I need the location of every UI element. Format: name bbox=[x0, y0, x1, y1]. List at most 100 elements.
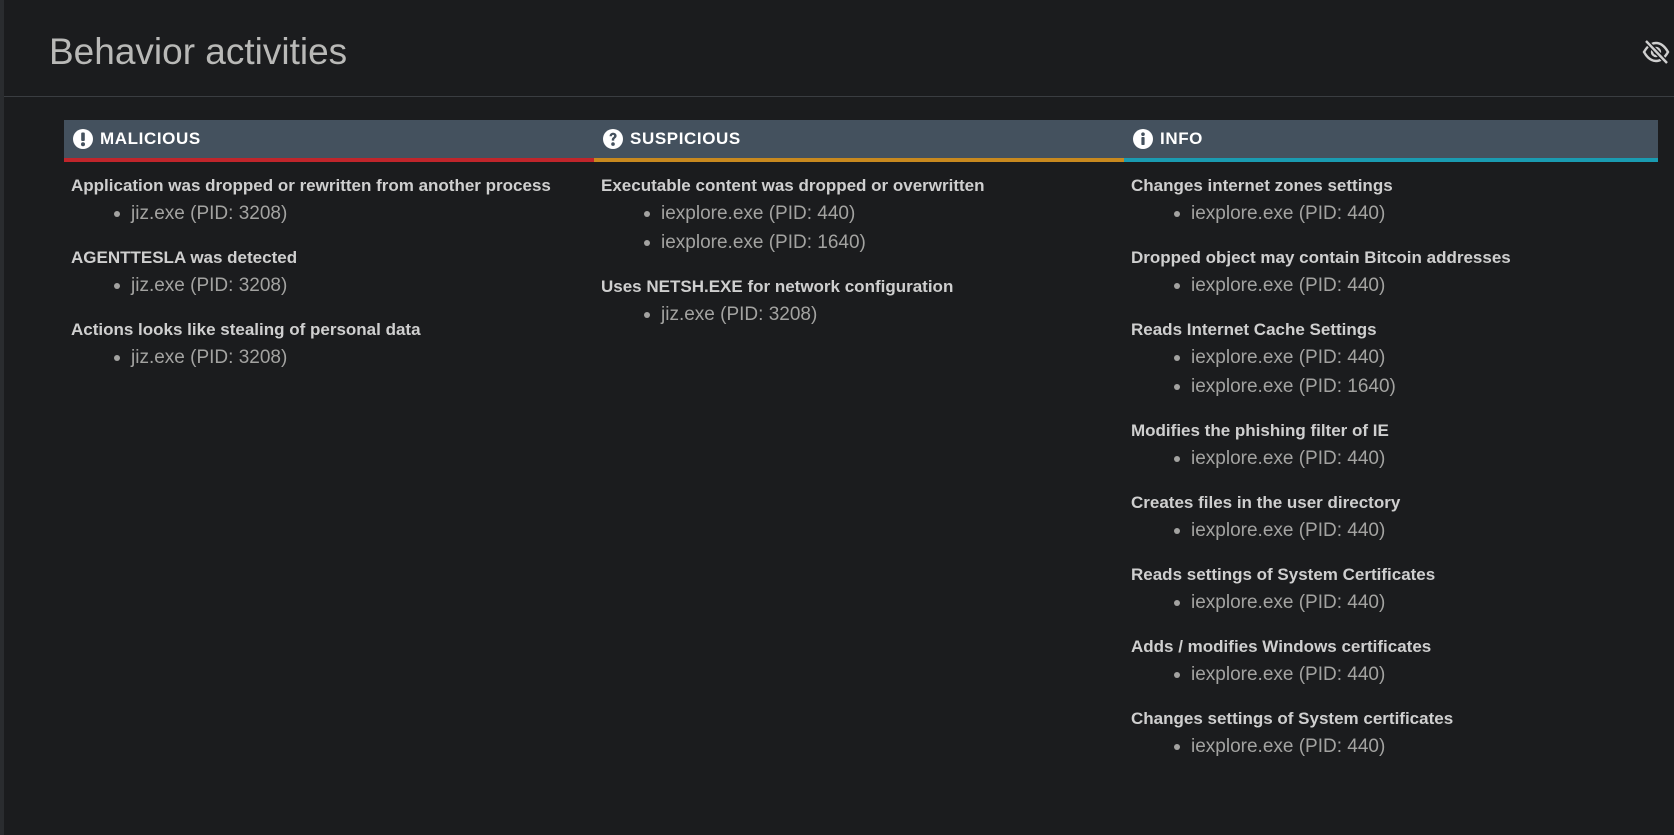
process-list: iexplore.exe (PID: 440) bbox=[1131, 660, 1658, 689]
process-list: jiz.exe (PID: 3208) bbox=[601, 300, 1124, 329]
hide-section-button[interactable] bbox=[1641, 38, 1671, 66]
bullet bbox=[1174, 211, 1180, 217]
suspicious-title: SUSPICIOUS bbox=[630, 129, 741, 148]
process-label: iexplore.exe (PID: 440) bbox=[1191, 448, 1386, 469]
bullet bbox=[1174, 528, 1180, 534]
activity-title: Changes internet zones settings bbox=[1131, 176, 1393, 195]
process-list: iexplore.exe (PID: 440) bbox=[1131, 199, 1658, 228]
eye-slash-icon bbox=[1642, 39, 1670, 65]
bullet bbox=[644, 240, 650, 246]
activity-item: Reads Internet Cache Settings iexplore.e… bbox=[1131, 319, 1658, 401]
bullet bbox=[644, 211, 650, 217]
panel-header: Behavior activities bbox=[4, 0, 1674, 97]
process-link[interactable]: jiz.exe (PID: 3208) bbox=[114, 271, 594, 300]
process-link[interactable]: iexplore.exe (PID: 440) bbox=[1174, 444, 1658, 473]
activity-title: Reads settings of System Certificates bbox=[1131, 565, 1436, 584]
bullet bbox=[1174, 456, 1180, 462]
activity-columns: MALICIOUS Application was dropped or rew… bbox=[64, 120, 1658, 780]
process-link[interactable]: iexplore.exe (PID: 440) bbox=[1174, 516, 1658, 545]
info-circle-icon bbox=[1133, 129, 1153, 149]
process-label: jiz.exe (PID: 3208) bbox=[131, 347, 288, 368]
activity-title: Uses NETSH.EXE for network configuration bbox=[601, 277, 954, 296]
process-link[interactable]: iexplore.exe (PID: 440) bbox=[1174, 732, 1658, 761]
process-list: jiz.exe (PID: 3208) bbox=[71, 199, 594, 228]
bullet bbox=[644, 312, 650, 318]
process-label: jiz.exe (PID: 3208) bbox=[131, 275, 288, 296]
activity-title: Changes settings of System certificates bbox=[1131, 709, 1454, 728]
suspicious-header: SUSPICIOUS bbox=[594, 120, 1124, 162]
process-link[interactable]: iexplore.exe (PID: 440) bbox=[1174, 271, 1658, 300]
process-list: iexplore.exe (PID: 440) bbox=[1131, 516, 1658, 545]
question-circle-icon bbox=[603, 129, 623, 149]
bullet bbox=[114, 283, 120, 289]
activity-title: Reads Internet Cache Settings bbox=[1131, 320, 1377, 339]
process-list: iexplore.exe (PID: 440) bbox=[1131, 444, 1658, 473]
bullet bbox=[1174, 672, 1180, 678]
malicious-header: MALICIOUS bbox=[64, 120, 594, 162]
process-link[interactable]: jiz.exe (PID: 3208) bbox=[114, 343, 594, 372]
process-label: iexplore.exe (PID: 440) bbox=[1191, 203, 1386, 224]
process-label: jiz.exe (PID: 3208) bbox=[131, 203, 288, 224]
activity-item: Application was dropped or rewritten fro… bbox=[71, 175, 594, 228]
info-column: INFO Changes internet zones settings iex… bbox=[1124, 120, 1658, 780]
process-label: iexplore.exe (PID: 440) bbox=[1191, 664, 1386, 685]
activity-item: Executable content was dropped or overwr… bbox=[601, 175, 1124, 257]
process-link[interactable]: iexplore.exe (PID: 440) bbox=[1174, 199, 1658, 228]
bullet bbox=[1174, 600, 1180, 606]
process-list: iexplore.exe (PID: 440) iexplore.exe (PI… bbox=[601, 199, 1124, 257]
suspicious-column: SUSPICIOUS Executable content was droppe… bbox=[594, 120, 1124, 780]
process-label: iexplore.exe (PID: 440) bbox=[1191, 275, 1386, 296]
process-link[interactable]: iexplore.exe (PID: 440) bbox=[1174, 343, 1658, 372]
bullet bbox=[114, 355, 120, 361]
info-header: INFO bbox=[1124, 120, 1658, 162]
bullet bbox=[114, 211, 120, 217]
activity-title: Executable content was dropped or overwr… bbox=[601, 176, 985, 195]
activity-item: Actions looks like stealing of personal … bbox=[71, 319, 594, 372]
process-label: iexplore.exe (PID: 440) bbox=[661, 203, 856, 224]
process-link[interactable]: iexplore.exe (PID: 440) bbox=[1174, 588, 1658, 617]
process-link[interactable]: jiz.exe (PID: 3208) bbox=[644, 300, 1124, 329]
malicious-column: MALICIOUS Application was dropped or rew… bbox=[64, 120, 594, 780]
activity-item: Dropped object may contain Bitcoin addre… bbox=[1131, 247, 1658, 300]
process-link[interactable]: iexplore.exe (PID: 440) bbox=[644, 199, 1124, 228]
activity-item: Adds / modifies Windows certificates iex… bbox=[1131, 636, 1658, 689]
behavior-activities-panel: Behavior activities MALICIOUS Applicatio… bbox=[0, 0, 1674, 835]
process-list: iexplore.exe (PID: 440) bbox=[1131, 271, 1658, 300]
activity-item: AGENTTESLA was detected jiz.exe (PID: 32… bbox=[71, 247, 594, 300]
process-link[interactable]: jiz.exe (PID: 3208) bbox=[114, 199, 594, 228]
process-label: iexplore.exe (PID: 440) bbox=[1191, 520, 1386, 541]
activity-item: Changes internet zones settings iexplore… bbox=[1131, 175, 1658, 228]
process-label: iexplore.exe (PID: 1640) bbox=[661, 232, 866, 253]
bullet bbox=[1174, 384, 1180, 390]
process-list: iexplore.exe (PID: 440) bbox=[1131, 732, 1658, 761]
process-list: jiz.exe (PID: 3208) bbox=[71, 271, 594, 300]
activity-title: Adds / modifies Windows certificates bbox=[1131, 637, 1432, 656]
activity-item: Modifies the phishing filter of IE iexpl… bbox=[1131, 420, 1658, 473]
info-title: INFO bbox=[1160, 129, 1204, 148]
activity-item: Creates files in the user directory iexp… bbox=[1131, 492, 1658, 545]
bullet bbox=[1174, 283, 1180, 289]
bullet bbox=[1174, 355, 1180, 361]
process-label: iexplore.exe (PID: 440) bbox=[1191, 736, 1386, 757]
activity-title: Actions looks like stealing of personal … bbox=[71, 320, 421, 339]
malicious-list: Application was dropped or rewritten fro… bbox=[64, 162, 594, 372]
bullet bbox=[1174, 744, 1180, 750]
process-link[interactable]: iexplore.exe (PID: 1640) bbox=[1174, 372, 1658, 401]
activity-item: Changes settings of System certificates … bbox=[1131, 708, 1658, 761]
activity-title: Application was dropped or rewritten fro… bbox=[71, 176, 551, 195]
process-link[interactable]: iexplore.exe (PID: 440) bbox=[1174, 660, 1658, 689]
suspicious-list: Executable content was dropped or overwr… bbox=[594, 162, 1124, 329]
process-label: iexplore.exe (PID: 440) bbox=[1191, 347, 1386, 368]
malicious-title: MALICIOUS bbox=[100, 129, 201, 148]
process-label: jiz.exe (PID: 3208) bbox=[661, 304, 818, 325]
exclamation-circle-icon bbox=[73, 129, 93, 149]
page-title: Behavior activities bbox=[49, 31, 348, 72]
activity-title: Modifies the phishing filter of IE bbox=[1131, 421, 1389, 440]
process-label: iexplore.exe (PID: 440) bbox=[1191, 592, 1386, 613]
activity-title: Dropped object may contain Bitcoin addre… bbox=[1131, 248, 1511, 267]
process-list: iexplore.exe (PID: 440) iexplore.exe (PI… bbox=[1131, 343, 1658, 401]
process-label: iexplore.exe (PID: 1640) bbox=[1191, 376, 1396, 397]
process-link[interactable]: iexplore.exe (PID: 1640) bbox=[644, 228, 1124, 257]
process-list: iexplore.exe (PID: 440) bbox=[1131, 588, 1658, 617]
activity-title: AGENTTESLA was detected bbox=[71, 248, 298, 267]
